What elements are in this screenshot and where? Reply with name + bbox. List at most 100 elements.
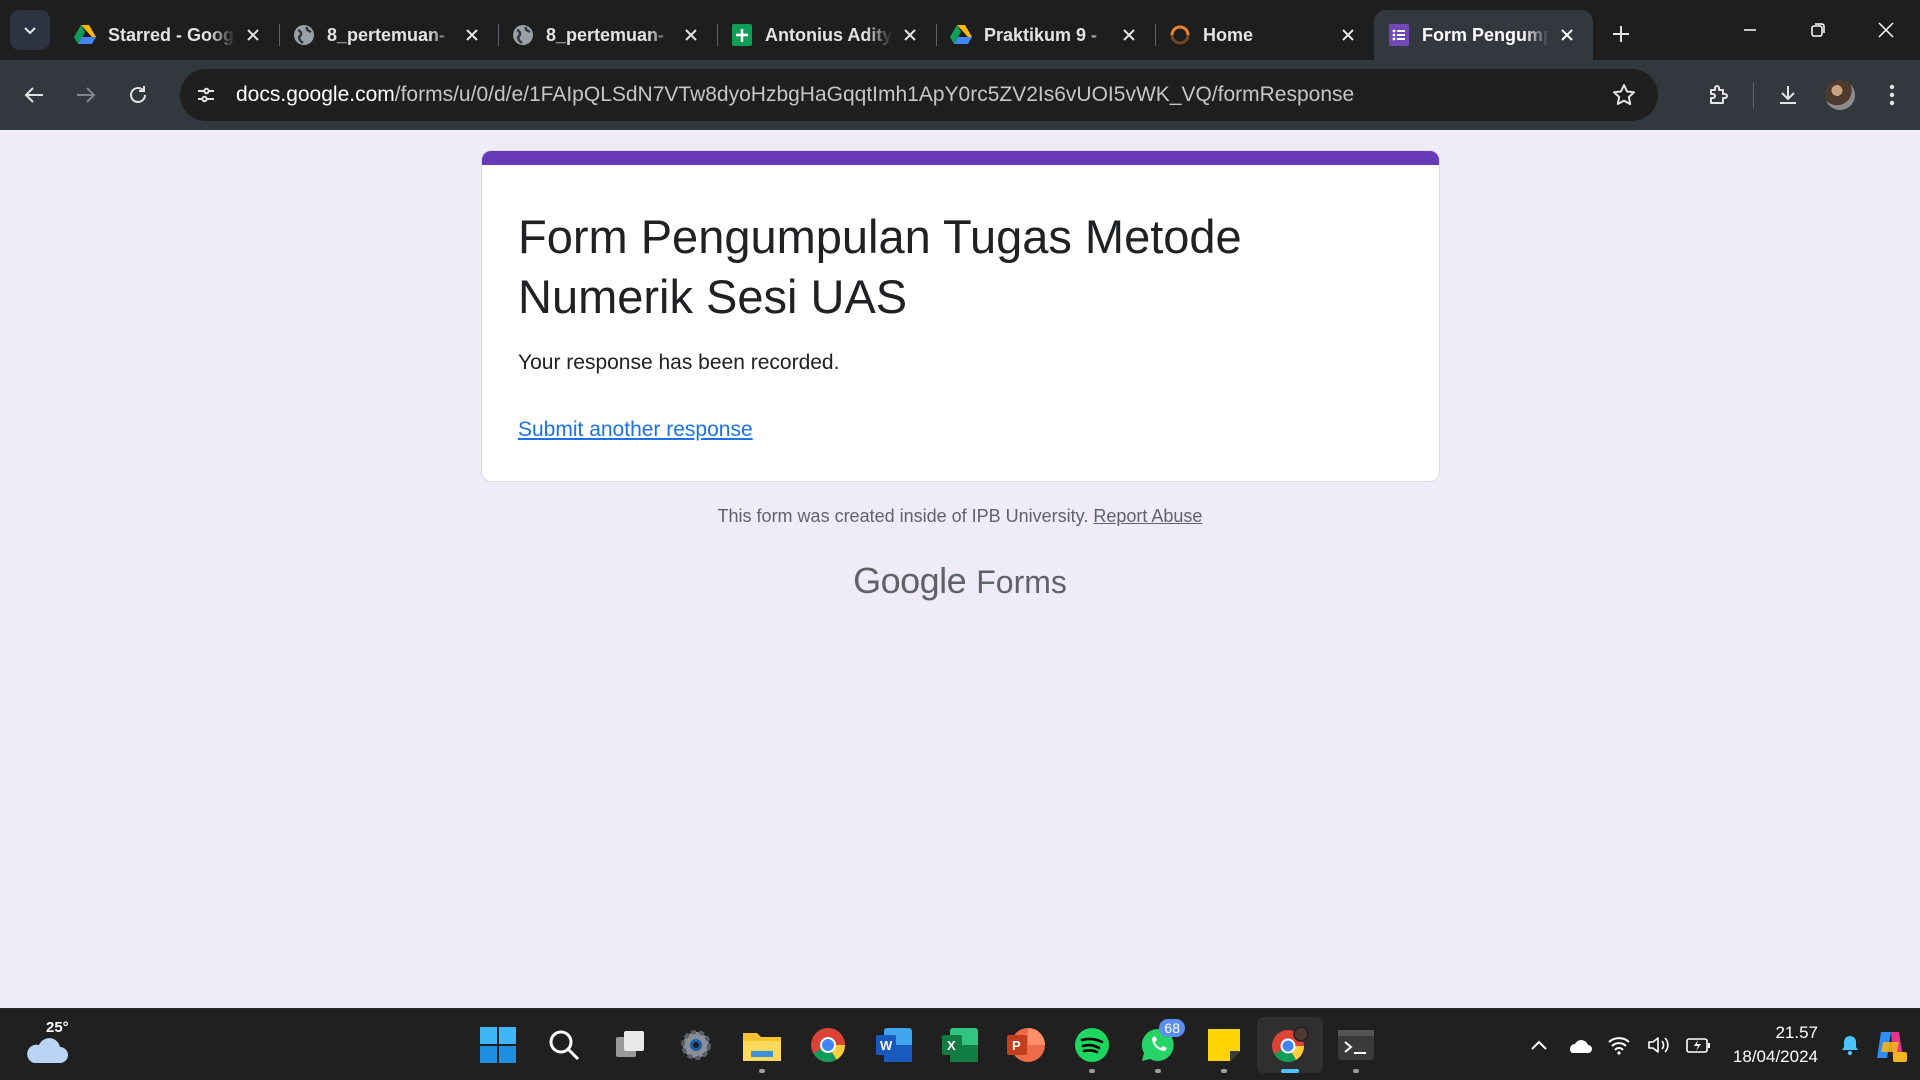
tab-search-button[interactable] — [10, 10, 50, 50]
wifi-icon — [1608, 1037, 1630, 1055]
gear-icon — [681, 1030, 711, 1060]
close-icon[interactable] — [1119, 25, 1139, 45]
reload-button[interactable] — [112, 69, 164, 121]
extensions-button[interactable] — [1693, 69, 1745, 121]
running-indicator — [759, 1069, 765, 1073]
close-icon[interactable] — [243, 25, 263, 45]
close-icon[interactable] — [1338, 25, 1358, 45]
powerpoint-app[interactable]: P — [993, 1017, 1059, 1073]
back-button[interactable] — [8, 69, 60, 121]
file-explorer-app[interactable] — [729, 1017, 795, 1073]
form-footer-note: This form was created inside of IPB Univ… — [0, 506, 1920, 527]
tab-list: Starred - Google Drive 8_pertemuan- 8_pe… — [60, 10, 1593, 60]
browser-toolbar: docs.google.com/forms/u/0/d/e/1FAIpQLSdN… — [0, 60, 1920, 130]
restore-button[interactable] — [1784, 0, 1852, 60]
excel-app[interactable]: X — [927, 1017, 993, 1073]
loading-icon — [1169, 24, 1191, 46]
google-sheets-icon — [731, 24, 753, 46]
chrome-profile-app[interactable] — [1257, 1017, 1323, 1073]
start-button[interactable] — [465, 1017, 531, 1073]
window-controls — [1716, 0, 1920, 60]
show-hidden-icons-button[interactable] — [1519, 1025, 1559, 1065]
tab-title: 8_pertemuan- — [546, 24, 665, 45]
weather-widget[interactable]: 25° — [24, 1019, 74, 1069]
form-title: Form Pengumpulan Tugas Metode Numerik Se… — [518, 210, 1242, 323]
reload-icon — [130, 86, 146, 103]
tab-form-pengumpulan[interactable]: Form Pengumpulan — [1374, 10, 1593, 60]
arrow-left-icon — [24, 87, 43, 103]
sticky-notes-app[interactable] — [1191, 1017, 1257, 1073]
spotify-icon — [1075, 1028, 1109, 1062]
tab-pertemuan-2[interactable]: 8_pertemuan- — [498, 10, 717, 60]
profile-button[interactable] — [1814, 69, 1866, 121]
tab-title: Praktikum 9 - — [984, 24, 1098, 45]
site-info-button[interactable] — [188, 77, 224, 113]
tab-pertemuan-1[interactable]: 8_pertemuan- — [279, 10, 498, 60]
brand-forms: Forms — [976, 564, 1067, 600]
running-indicator — [1089, 1069, 1095, 1073]
tab-title: Home — [1203, 24, 1254, 45]
new-tab-button[interactable] — [1599, 12, 1643, 56]
search-button[interactable] — [531, 1017, 597, 1073]
clock[interactable]: 21.57 18/04/2024 — [1733, 1021, 1818, 1069]
battery-charging-icon — [1686, 1038, 1710, 1053]
url-text[interactable]: docs.google.com/forms/u/0/d/e/1FAIpQLSdN… — [236, 83, 1354, 107]
submit-another-response-link[interactable]: Submit another response — [518, 418, 753, 442]
minimize-button[interactable] — [1716, 0, 1784, 60]
weather-temperature: 25° — [46, 1019, 69, 1036]
terminal-app[interactable] — [1323, 1017, 1389, 1073]
excel-icon: X — [942, 1028, 978, 1062]
running-indicator — [1155, 1069, 1161, 1073]
url-path: /forms/u/0/d/e/1FAIpQLSdN7VTw8dyoHzbgHaG… — [394, 83, 1355, 106]
close-icon — [1878, 22, 1894, 38]
onedrive-button[interactable] — [1559, 1025, 1599, 1065]
close-icon[interactable] — [462, 25, 482, 45]
minimize-icon — [1744, 29, 1756, 31]
google-forms-logo[interactable]: Google Forms — [0, 560, 1920, 602]
running-indicator — [1221, 1069, 1227, 1073]
wifi-button[interactable] — [1599, 1025, 1639, 1065]
whatsapp-app[interactable]: 68 — [1125, 1017, 1191, 1073]
chrome-icon — [811, 1028, 845, 1062]
powerpoint-icon: P — [1007, 1028, 1045, 1062]
close-icon[interactable] — [900, 25, 920, 45]
notifications-button[interactable] — [1830, 1025, 1870, 1065]
copilot-icon — [1877, 1032, 1907, 1062]
google-drive-icon — [74, 24, 96, 46]
volume-button[interactable] — [1639, 1025, 1679, 1065]
clock-time: 21.57 — [1775, 1023, 1818, 1042]
report-abuse-link[interactable]: Report Abuse — [1093, 506, 1202, 526]
bell-icon — [1842, 1036, 1858, 1056]
settings-app[interactable] — [663, 1017, 729, 1073]
chrome-app[interactable] — [795, 1017, 861, 1073]
forward-button[interactable] — [60, 69, 112, 121]
notification-badge: 68 — [1159, 1019, 1185, 1037]
chevron-down-icon — [24, 27, 36, 35]
spotify-app[interactable] — [1059, 1017, 1125, 1073]
bookmark-button[interactable] — [1608, 79, 1640, 111]
google-forms-icon — [1388, 24, 1410, 46]
close-icon[interactable] — [681, 25, 701, 45]
tab-title: Form Pengumpulan — [1422, 24, 1549, 45]
address-bar[interactable]: docs.google.com/forms/u/0/d/e/1FAIpQLSdN… — [180, 69, 1658, 121]
tab-antonius-sheet[interactable]: Antonius Aditya — [717, 10, 936, 60]
footer-note-text: This form was created inside of IPB Univ… — [717, 506, 1089, 526]
tab-praktikum-drive[interactable]: Praktikum 9 - — [936, 10, 1155, 60]
close-icon[interactable] — [1557, 25, 1577, 45]
sticky-note-icon — [1208, 1029, 1240, 1061]
task-view-button[interactable] — [597, 1017, 663, 1073]
google-drive-icon — [950, 24, 972, 46]
word-app[interactable]: W — [861, 1017, 927, 1073]
tab-home[interactable]: Home — [1155, 10, 1374, 60]
more-vert-icon — [1889, 84, 1895, 106]
menu-button[interactable] — [1866, 69, 1918, 121]
download-icon — [1780, 86, 1796, 104]
battery-button[interactable] — [1679, 1025, 1719, 1065]
tune-icon — [198, 87, 214, 103]
tab-starred-drive[interactable]: Starred - Google Drive — [60, 10, 279, 60]
copilot-button[interactable] — [1870, 1025, 1910, 1065]
downloads-button[interactable] — [1762, 69, 1814, 121]
close-window-button[interactable] — [1852, 0, 1920, 60]
arrow-right-icon — [77, 87, 96, 103]
svg-text:P: P — [1012, 1038, 1021, 1053]
